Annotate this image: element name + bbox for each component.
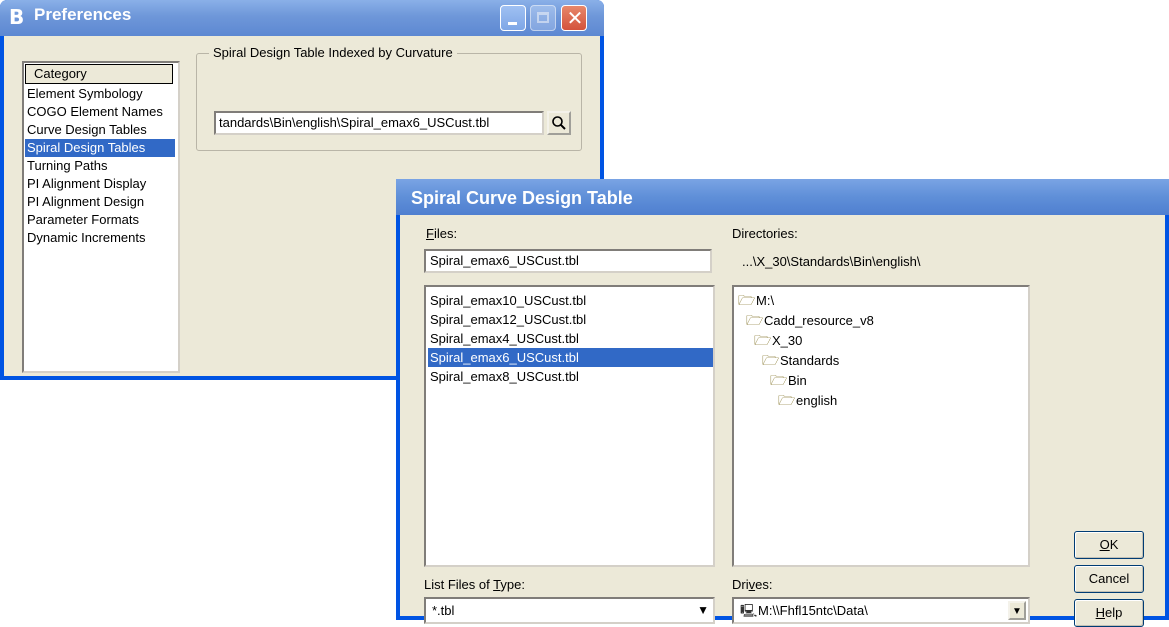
dir-item[interactable]: 🗁Standards — [762, 350, 839, 370]
category-item[interactable]: Dynamic Increments — [25, 229, 175, 247]
file-item-selected[interactable]: Spiral_emax6_USCust.tbl — [428, 348, 713, 367]
dialog-title: Spiral Curve Design Table — [411, 188, 633, 208]
drive-path: M:\\Fhfl15ntc\Data\ — [758, 603, 868, 618]
group-label: Spiral Design Table Indexed by Curvature — [209, 45, 457, 61]
ok-mnemonic: O — [1099, 537, 1110, 552]
category-item[interactable]: Element Symbology — [25, 85, 175, 103]
dropdown-arrow-icon[interactable]: ▼ — [697, 601, 709, 620]
category-item[interactable]: PI Alignment Design — [25, 193, 175, 211]
drives-label: Drives: — [732, 577, 772, 593]
folder-open-icon: 🗁 — [770, 372, 788, 388]
ok-label: K — [1109, 537, 1119, 552]
category-item[interactable]: PI Alignment Display — [25, 175, 175, 193]
file-type-label: List Files of Type: — [424, 577, 525, 593]
file-type-label-text-end: ype: — [500, 577, 525, 592]
preferences-titlebar[interactable]: B Preferences ✕ — [0, 0, 604, 36]
category-item[interactable]: Parameter Formats — [25, 211, 175, 229]
dir-item[interactable]: 🗁X_30 — [754, 330, 802, 350]
files-label-text: iles: — [433, 226, 458, 241]
dir-item[interactable]: 🗁Cadd_resource_v8 — [746, 310, 874, 330]
dir-label: Cadd_resource_v8 — [764, 313, 874, 328]
folder-open-icon: 🗁 — [754, 332, 772, 348]
table-path-field[interactable]: tandards\Bin\english\Spiral_emax6_USCust… — [214, 111, 544, 135]
close-icon: ✕ — [566, 6, 584, 30]
category-item[interactable]: Turning Paths — [25, 157, 175, 175]
maximize-button — [530, 5, 556, 31]
dropdown-arrow-icon[interactable]: ▼ — [1008, 601, 1026, 620]
drive-value: 🖳M:\\Fhfl15ntc\Data\ — [740, 599, 868, 622]
preferences-title: Preferences — [34, 5, 132, 24]
minimize-icon — [508, 22, 517, 25]
cancel-button[interactable]: Cancel — [1074, 565, 1144, 593]
network-drive-icon: 🖳 — [740, 603, 758, 618]
folder-open-icon: 🗁 — [778, 392, 796, 408]
browse-button[interactable] — [547, 111, 571, 135]
file-item[interactable]: Spiral_emax10_USCust.tbl — [428, 291, 713, 310]
dialog-client: Files: Spiral_emax6_USCust.tbl Spiral_em… — [400, 215, 1165, 627]
drives-label-text-end: es: — [755, 577, 773, 592]
dir-label: Bin — [788, 373, 807, 388]
category-item[interactable]: COGO Element Names — [25, 103, 175, 121]
folder-open-icon: 🗁 — [762, 352, 780, 368]
search-icon — [552, 116, 566, 130]
file-type-label-text: List Files of — [424, 577, 494, 592]
help-label: elp — [1105, 605, 1123, 620]
directories-tree[interactable]: 🗁M:\ 🗁Cadd_resource_v8 🗁X_30 🗁Standards … — [732, 285, 1030, 567]
current-directory: ...\X_30\Standards\Bin\english\ — [742, 254, 921, 269]
file-type-value: *.tbl — [432, 603, 455, 618]
drives-label-text: Dri — [732, 577, 749, 592]
maximize-icon — [537, 12, 549, 23]
spiral-table-groupbox: Spiral Design Table Indexed by Curvature — [196, 45, 582, 151]
files-label: Files: — [426, 226, 457, 242]
spiral-curve-dialog: Spiral Curve Design Table Files: Spiral_… — [396, 179, 1169, 627]
ok-button[interactable]: OK — [1074, 531, 1144, 559]
help-mnemonic: H — [1095, 605, 1106, 620]
files-list[interactable]: Spiral_emax10_USCust.tbl Spiral_emax12_U… — [424, 285, 715, 567]
app-icon: B — [9, 5, 25, 29]
file-name-input[interactable]: Spiral_emax6_USCust.tbl — [424, 249, 712, 273]
file-item[interactable]: Spiral_emax12_USCust.tbl — [428, 310, 713, 329]
dir-item[interactable]: 🗁Bin — [770, 370, 807, 390]
folder-open-icon: 🗁 — [746, 312, 764, 328]
close-button[interactable]: ✕ — [561, 5, 587, 31]
dir-label: Standards — [780, 353, 840, 368]
file-item[interactable]: Spiral_emax4_USCust.tbl — [428, 329, 713, 348]
help-button[interactable]: Help — [1074, 599, 1144, 627]
category-item-selected[interactable]: Spiral Design Tables — [25, 139, 175, 157]
directories-label: Directories: — [732, 226, 798, 241]
dir-item-current[interactable]: 🗁english — [778, 390, 837, 410]
dir-label: X_30 — [772, 333, 803, 348]
file-item[interactable]: Spiral_emax8_USCust.tbl — [428, 367, 713, 386]
files-label-mnemonic: F — [426, 226, 434, 241]
dir-label: M:\ — [756, 293, 775, 308]
dir-label: english — [796, 393, 838, 408]
folder-open-icon: 🗁 — [738, 292, 756, 308]
category-header[interactable]: Category — [25, 64, 173, 84]
category-item[interactable]: Curve Design Tables — [25, 121, 175, 139]
category-list[interactable]: Category Element Symbology COGO Element … — [22, 61, 180, 373]
dialog-titlebar[interactable]: Spiral Curve Design Table — [396, 179, 1169, 215]
dir-item[interactable]: 🗁M:\ — [738, 290, 774, 310]
minimize-button[interactable] — [500, 5, 526, 31]
